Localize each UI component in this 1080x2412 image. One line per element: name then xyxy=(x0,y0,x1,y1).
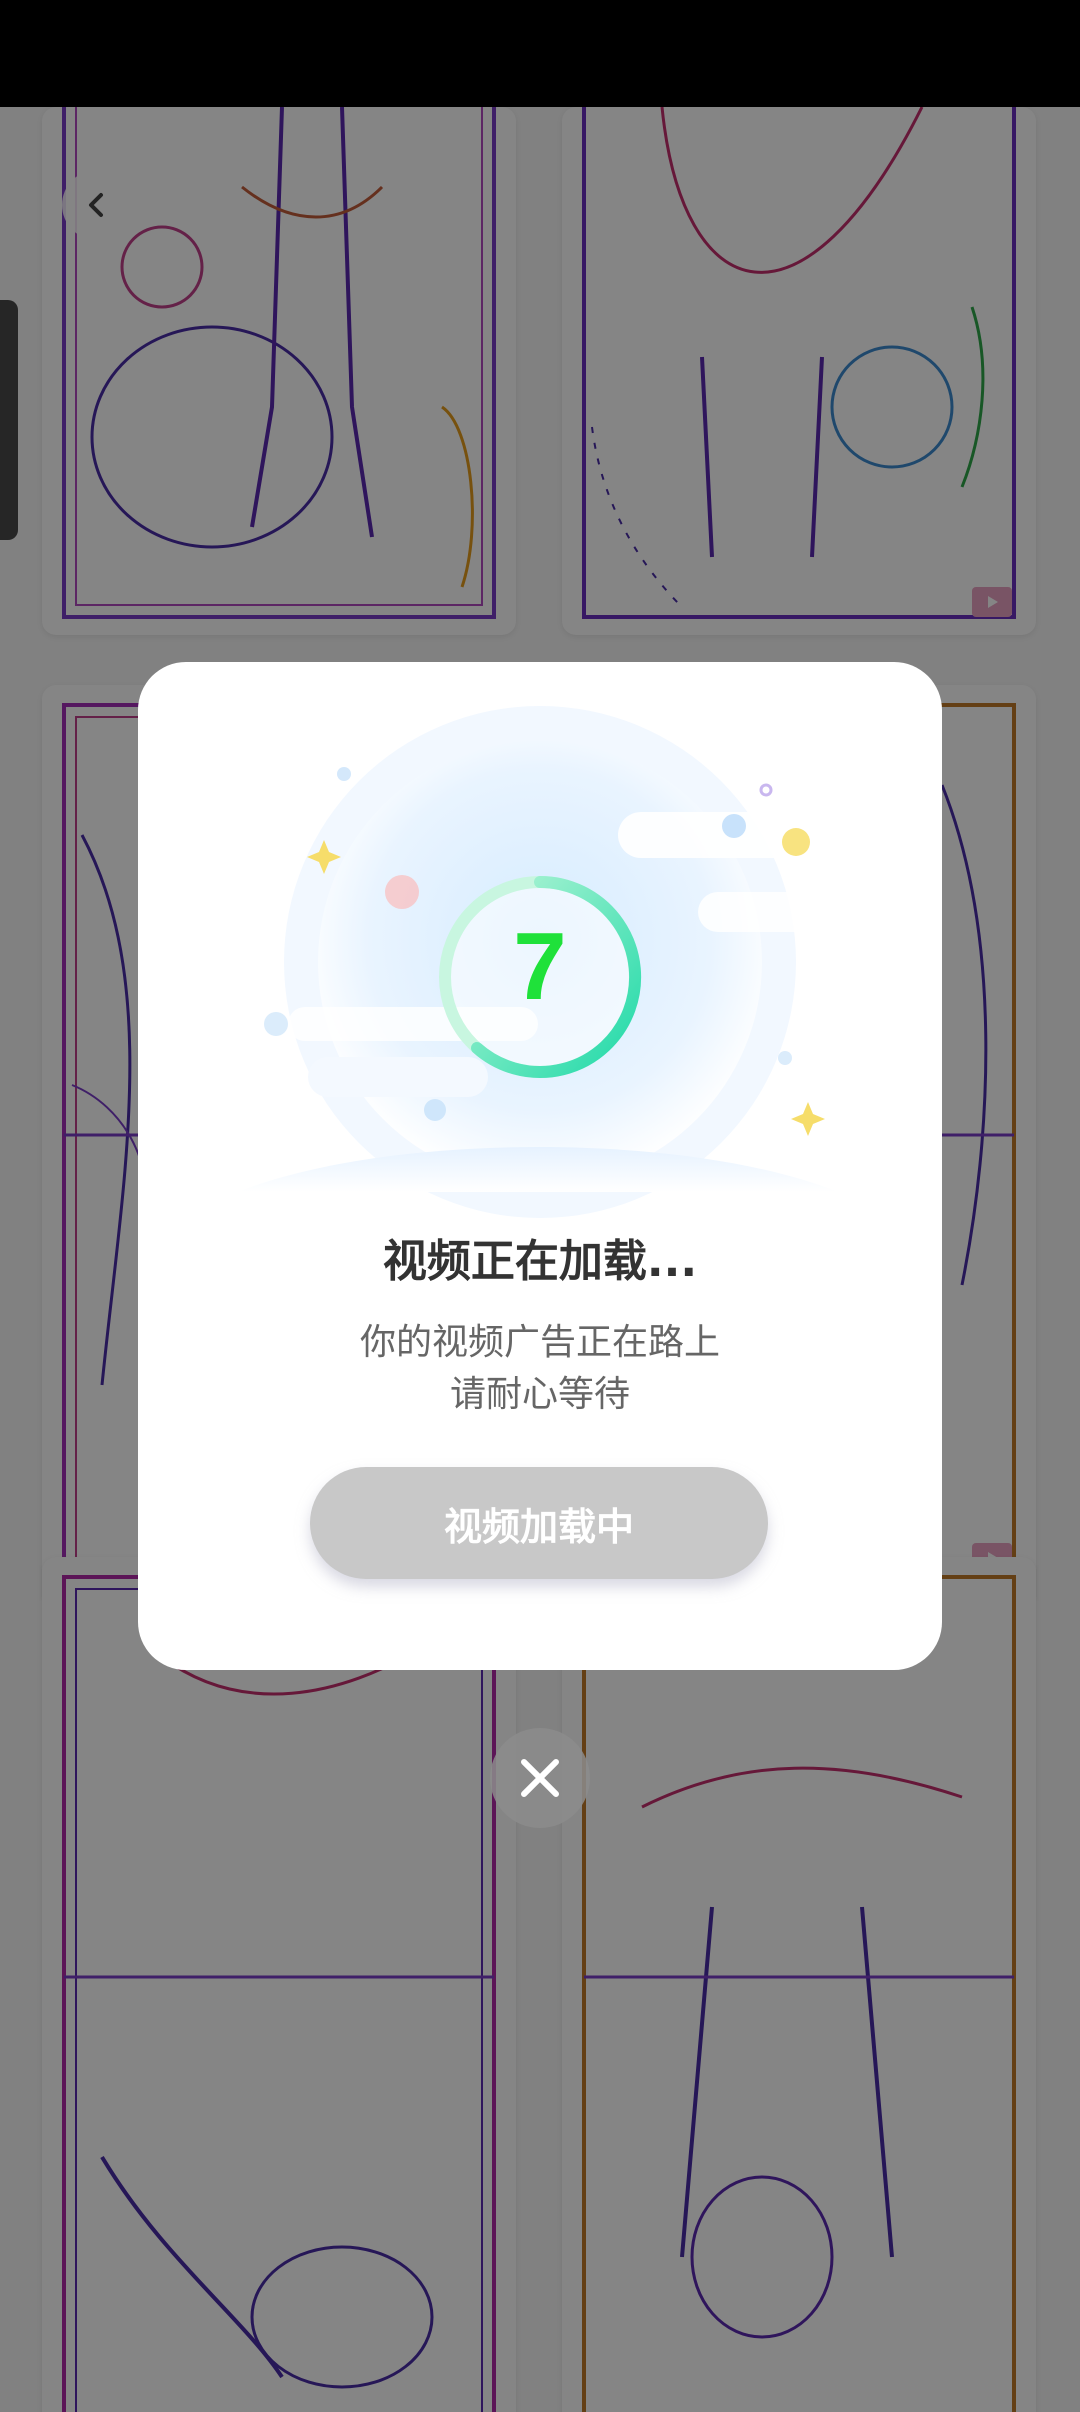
dialog-message: 你的视频广告正在路上 请耐心等待 xyxy=(138,1317,942,1421)
dialog-title: 视频正在加载... xyxy=(382,1236,698,1287)
close-button[interactable] xyxy=(490,1728,590,1828)
dialog-message-line1: 你的视频广告正在路上 xyxy=(359,1322,720,1363)
countdown-number: 7 xyxy=(513,913,567,1020)
video-loading-dialog: 7 视频正在加载... 你的视频广告正在路上 请耐心等待 视频加载中 xyxy=(138,662,942,1670)
video-loading-button[interactable]: 视频加载中 xyxy=(310,1467,768,1579)
dialog-message-line2: 请耐心等待 xyxy=(449,1374,630,1415)
status-bar xyxy=(0,0,1080,107)
close-icon xyxy=(521,1759,559,1797)
